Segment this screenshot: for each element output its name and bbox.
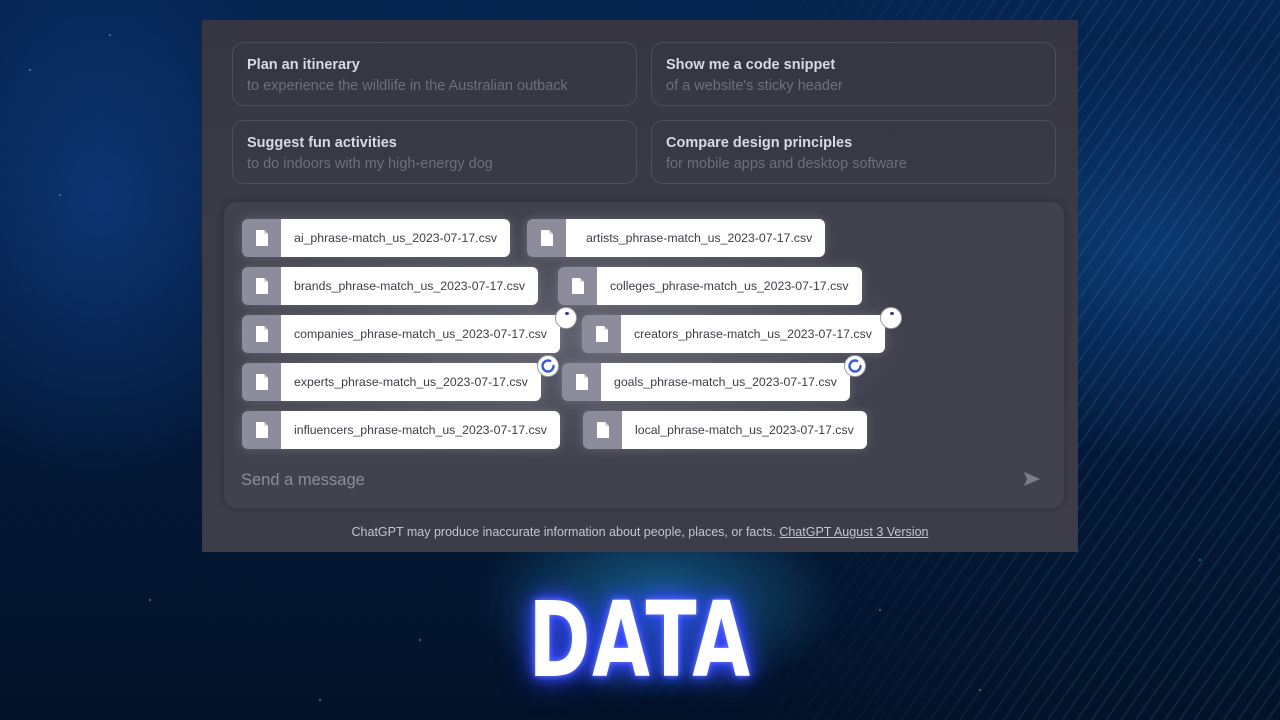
- file-icon: [255, 326, 268, 342]
- file-icon: [255, 230, 268, 246]
- suggestion-title: Compare design principles: [666, 135, 853, 151]
- suggestion-card[interactable]: Show me a code snippet of a website's st…: [651, 42, 1056, 106]
- file-icon-box: [242, 219, 281, 257]
- footer-disclaimer: ChatGPT may produce inaccurate informati…: [202, 523, 1078, 541]
- message-input[interactable]: [241, 466, 1001, 494]
- file-icon: [575, 374, 588, 390]
- attachment-list: ai_phrase-match_us_2023-07-17.csv artist…: [224, 202, 1064, 508]
- attachment-chip[interactable]: goals_phrase-match_us_2023-07-17.csv: [562, 355, 866, 401]
- attachment-filename: colleges_phrase-match_us_2023-07-17.csv: [597, 267, 862, 305]
- attachment-chip[interactable]: artists_phrase-match_us_2023-07-17.csv: [527, 219, 826, 257]
- send-button[interactable]: [1019, 466, 1045, 492]
- suggestion-subtitle: for mobile apps and desktop software: [666, 156, 907, 172]
- file-icon-box: [527, 219, 566, 257]
- file-icon-box: [558, 267, 597, 305]
- attachment-filename: artists_phrase-match_us_2023-07-17.csv: [566, 219, 826, 257]
- attachment-filename: ai_phrase-match_us_2023-07-17.csv: [281, 219, 511, 257]
- file-icon: [571, 278, 584, 294]
- suggestion-title: Show me a code snippet: [666, 57, 836, 73]
- upload-spinner-indicator: [537, 355, 559, 377]
- suggestion-subtitle: to experience the wildlife in the Austra…: [247, 78, 568, 94]
- attachment-chip[interactable]: ai_phrase-match_us_2023-07-17.csv: [242, 219, 511, 257]
- file-icon: [255, 374, 268, 390]
- attachment-filename: influencers_phrase-match_us_2023-07-17.c…: [281, 411, 560, 449]
- attachment-filename: brands_phrase-match_us_2023-07-17.csv: [281, 267, 539, 305]
- suggestion-title: Plan an itinerary: [247, 57, 360, 73]
- upload-pending-indicator: [880, 307, 902, 329]
- upload-spinner-indicator: [844, 355, 866, 377]
- file-icon-box: [583, 411, 622, 449]
- upload-pending-indicator: [555, 307, 577, 329]
- attachment-chip[interactable]: local_phrase-match_us_2023-07-17.csv: [583, 411, 867, 449]
- attachment-filename: creators_phrase-match_us_2023-07-17.csv: [621, 315, 885, 353]
- file-icon: [596, 422, 609, 438]
- file-icon-box: [582, 315, 621, 353]
- attachment-filename: local_phrase-match_us_2023-07-17.csv: [622, 411, 867, 449]
- attachment-chip[interactable]: experts_phrase-match_us_2023-07-17.csv: [242, 355, 559, 401]
- file-icon-box: [562, 363, 601, 401]
- attachment-filename: companies_phrase-match_us_2023-07-17.csv: [281, 315, 560, 353]
- file-icon: [255, 422, 268, 438]
- file-icon-box: [242, 411, 281, 449]
- suggestion-card[interactable]: Plan an itinerary to experience the wild…: [232, 42, 637, 106]
- file-icon: [595, 326, 608, 342]
- suggestion-subtitle: to do indoors with my high-energy dog: [247, 156, 493, 172]
- suggestion-card[interactable]: Suggest fun activities to do indoors wit…: [232, 120, 637, 184]
- chatgpt-window: Plan an itinerary to experience the wild…: [202, 20, 1078, 552]
- disclaimer-text: ChatGPT may produce inaccurate informati…: [351, 525, 776, 539]
- suggestion-card[interactable]: Compare design principles for mobile app…: [651, 120, 1056, 184]
- file-icon-box: [242, 363, 281, 401]
- attachment-chip[interactable]: colleges_phrase-match_us_2023-07-17.csv: [558, 267, 862, 305]
- file-icon-box: [242, 315, 281, 353]
- attachment-chip[interactable]: brands_phrase-match_us_2023-07-17.csv: [242, 267, 539, 305]
- suggestion-subtitle: of a website's sticky header: [666, 78, 843, 94]
- suggestion-grid: Plan an itinerary to experience the wild…: [232, 42, 1056, 184]
- spinner-icon: [848, 359, 862, 373]
- file-icon: [540, 230, 553, 246]
- attachment-chip[interactable]: companies_phrase-match_us_2023-07-17.csv: [242, 307, 577, 353]
- file-icon: [255, 278, 268, 294]
- spinner-icon: [541, 359, 555, 373]
- send-icon: [1024, 472, 1040, 486]
- attachment-filename: experts_phrase-match_us_2023-07-17.csv: [281, 363, 541, 401]
- attachment-chip[interactable]: creators_phrase-match_us_2023-07-17.csv: [582, 307, 902, 353]
- attachment-filename: goals_phrase-match_us_2023-07-17.csv: [601, 363, 850, 401]
- message-composer: ai_phrase-match_us_2023-07-17.csv artist…: [224, 202, 1064, 508]
- attachment-chip[interactable]: influencers_phrase-match_us_2023-07-17.c…: [242, 411, 560, 449]
- version-link[interactable]: ChatGPT August 3 Version: [779, 525, 928, 539]
- suggestion-title: Suggest fun activities: [247, 135, 397, 151]
- file-icon-box: [242, 267, 281, 305]
- video-caption: DATA: [528, 579, 752, 701]
